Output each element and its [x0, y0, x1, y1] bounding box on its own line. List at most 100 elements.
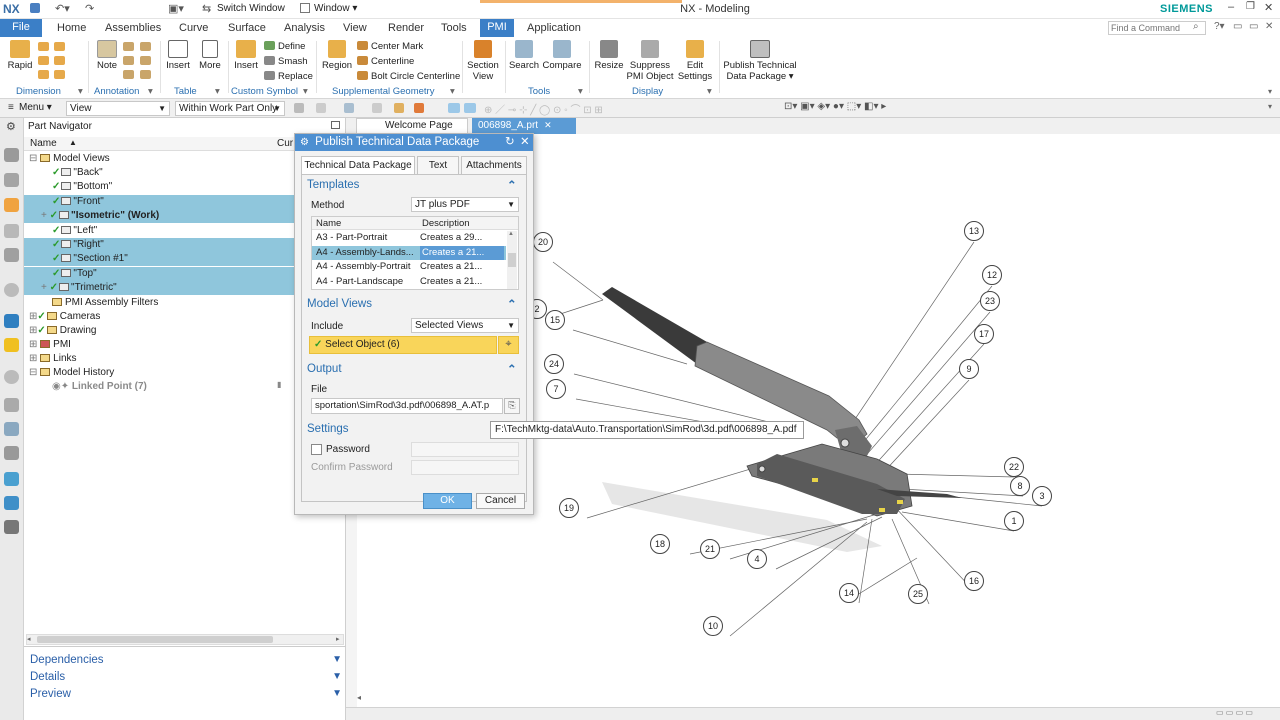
tab-curve[interactable]: Curve — [179, 21, 208, 37]
part-navigator-icon[interactable] — [4, 198, 19, 212]
balloon-callout[interactable]: 13 — [964, 221, 984, 241]
insert-table-button[interactable]: Insert — [164, 40, 192, 71]
scroll-up-icon[interactable]: ▲ — [508, 231, 514, 237]
tree-node-view[interactable]: ✓ "Back" — [24, 166, 294, 180]
tree-node-pmi[interactable]: ⊞ PMI — [24, 338, 294, 352]
scrollbar-thumb[interactable] — [37, 636, 273, 643]
redo-icon[interactable]: ↷ — [85, 2, 94, 15]
group-custom-symbol-dropdown[interactable]: ▾ — [303, 86, 308, 97]
scrollbar-thumb[interactable] — [508, 253, 516, 267]
password-checkbox[interactable] — [311, 444, 322, 455]
center-mark-button[interactable]: Center Mark — [357, 41, 423, 52]
balloon-callout[interactable]: 16 — [964, 571, 984, 591]
tab-render[interactable]: Render — [388, 21, 424, 37]
scroll-left-icon[interactable]: ◂ — [27, 635, 31, 643]
collapse-icon[interactable]: ⊟ — [29, 367, 37, 378]
undo-icon[interactable]: ↶▾ — [55, 2, 70, 15]
collapse-icon[interactable]: ⌃ — [507, 362, 517, 376]
balloon-callout[interactable]: 12 — [982, 265, 1002, 285]
dimension-icon[interactable] — [38, 70, 49, 79]
reset-icon[interactable]: ↻ — [505, 134, 515, 151]
snap-icon[interactable] — [464, 103, 476, 113]
close-part-icon[interactable]: ✕ — [1265, 21, 1273, 32]
tree-node-drawing[interactable]: ⊞✓ Drawing — [24, 324, 294, 338]
dimension-icon[interactable] — [54, 56, 65, 65]
minimize-icon[interactable]: – — [1228, 1, 1234, 13]
select-icon[interactable] — [372, 103, 382, 113]
system-materials-icon[interactable] — [4, 398, 19, 412]
window-list-icon[interactable]: ▣▾ — [168, 2, 184, 15]
template-row[interactable]: A4 - Assembly-Lands... Creates a 21... — [312, 245, 506, 260]
view-tools-icon[interactable]: ⊡▾ ▣▾ ◈▾ ●▾ ⬚▾ ◧▾ ▸ — [784, 101, 886, 112]
menu-button[interactable]: Menu ▾ — [19, 102, 52, 113]
tab-home[interactable]: Home — [57, 21, 86, 37]
tree-node-view[interactable]: ✓ "Left" — [24, 224, 294, 238]
layout-icon[interactable]: ▭ — [1233, 21, 1242, 32]
checkmark-icon[interactable]: ✓ — [52, 196, 60, 207]
search-button[interactable]: Search — [508, 40, 540, 71]
sort-ascending-icon[interactable]: ▲ — [69, 138, 77, 147]
smash-button[interactable]: Smash — [264, 56, 308, 67]
snap-icon[interactable] — [448, 103, 460, 113]
file-menu[interactable]: File — [0, 19, 42, 37]
template-scrollbar[interactable]: ▲ — [507, 231, 517, 289]
tab-application[interactable]: Application — [527, 21, 581, 37]
checkmark-icon[interactable]: ✓ — [37, 311, 45, 322]
ok-button[interactable]: OK — [423, 493, 472, 509]
tree-node-view[interactable]: ✓ "Section #1" — [24, 252, 294, 267]
selbar-overflow-icon[interactable]: ▾ — [1268, 102, 1272, 111]
collapse-icon[interactable]: ⌃ — [507, 178, 517, 192]
search-icon[interactable]: ⌕ — [1193, 21, 1199, 32]
web-browser-icon[interactable] — [4, 283, 19, 297]
tree-node-view[interactable]: ✓ "Front" — [24, 194, 294, 209]
file-path-input[interactable]: sportation\SimRod\3d.pdf\006898_A.AT.p — [311, 398, 503, 414]
cancel-button[interactable]: Cancel — [476, 493, 525, 509]
expand-icon[interactable]: ⊞ — [29, 353, 37, 364]
group-table-dropdown[interactable]: ▾ — [215, 86, 220, 97]
model-views-section[interactable]: Model Views ⌃ — [307, 298, 517, 311]
reuse-library-icon[interactable] — [4, 224, 19, 238]
checkmark-icon[interactable]: ✓ — [52, 167, 60, 178]
filter-icon[interactable] — [294, 103, 304, 113]
balloon-callout[interactable]: 3 — [1032, 486, 1052, 506]
output-section[interactable]: Output ⌃ — [307, 363, 517, 376]
balloon-callout[interactable]: 25 — [908, 584, 928, 604]
group-dimension-dropdown[interactable]: ▾ — [78, 86, 83, 97]
tree-node-view[interactable]: ✓ "Right" — [24, 238, 294, 252]
roles-icon[interactable] — [4, 472, 19, 486]
checkmark-icon[interactable]: ✓ — [50, 282, 58, 293]
insert-symbol-button[interactable]: Insert — [232, 40, 260, 71]
rapid-dimension-button[interactable]: Rapid — [5, 40, 35, 71]
details-panel[interactable]: Details ▼ — [30, 669, 342, 685]
dimension-icon[interactable] — [38, 42, 49, 51]
tree-node-pmi-filters[interactable]: PMI Assembly Filters — [24, 296, 294, 310]
tab-pmi[interactable]: PMI — [480, 19, 514, 37]
template-row[interactable]: A4 - Assembly-Portrait Creates a 21... — [312, 260, 506, 274]
scope-select[interactable]: Within Work Part Only ▼ — [175, 101, 285, 116]
tree-node-linked-point[interactable]: ◉✦ Linked Point (7) — [24, 380, 294, 394]
scroll-right-icon[interactable]: ▸ — [336, 635, 340, 643]
balloon-callout[interactable]: 21 — [700, 539, 720, 559]
edit-settings-button[interactable]: Edit Settings — [676, 40, 714, 82]
tab-attachments[interactable]: Attachments — [461, 156, 527, 175]
balloon-callout[interactable]: 23 — [980, 291, 1000, 311]
tree-node-model-views[interactable]: ⊟ Model Views — [24, 152, 294, 166]
balloon-callout[interactable]: 9 — [959, 359, 979, 379]
maximize-icon[interactable]: ▭ — [1249, 21, 1258, 32]
snap-point-icon[interactable]: ⊕ ／ ⊸ ⊹ ╱ ◯ ⊙ ◦ ⌒ ⊡ ⊞ — [484, 101, 603, 116]
column-name[interactable]: Name — [30, 138, 57, 149]
dialog-title-bar[interactable]: ⚙ Publish Technical Data Package ↻ ✕ — [295, 134, 533, 151]
preview-panel[interactable]: Preview ▼ — [30, 686, 342, 702]
annotation-icon[interactable] — [123, 42, 134, 51]
balloon-callout[interactable]: 10 — [703, 616, 723, 636]
system-scenes-icon[interactable] — [4, 496, 19, 510]
checkmark-icon[interactable]: ✓ — [52, 268, 60, 279]
annotation-icon[interactable] — [140, 70, 151, 79]
horizontal-scrollbar[interactable]: ◂ ▸ — [26, 634, 344, 645]
balloon-callout[interactable]: 15 — [545, 310, 565, 330]
palette-icon[interactable] — [4, 520, 19, 534]
balloon-callout[interactable]: 8 — [1010, 476, 1030, 496]
more-button[interactable]: More — [196, 40, 224, 71]
balloon-callout[interactable]: 4 — [747, 549, 767, 569]
dimension-icon[interactable] — [38, 56, 49, 65]
